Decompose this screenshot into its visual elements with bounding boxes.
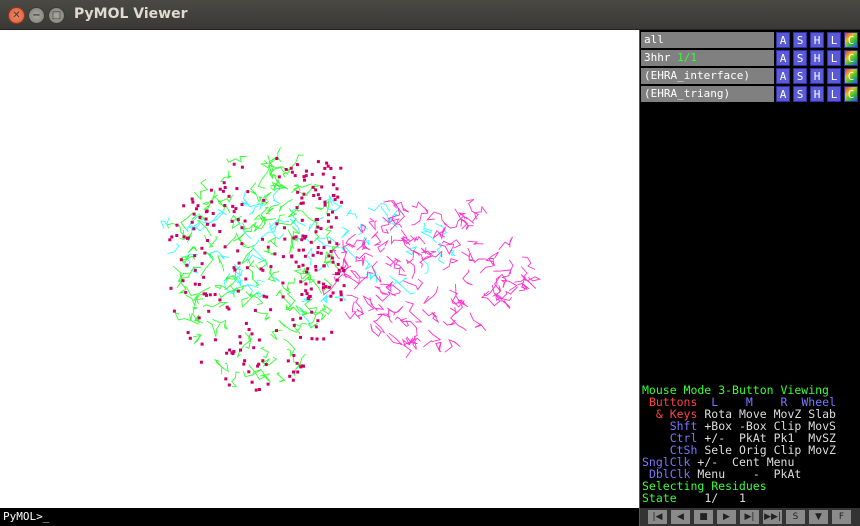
hide-button[interactable]: H [810, 50, 824, 66]
pymol-window: ✕ − □ PyMOL Viewer PyMOL>_ all A S H L C 3hhr … [0, 0, 860, 526]
scene-button[interactable]: S [786, 510, 805, 524]
show-button[interactable]: S [793, 32, 807, 48]
object-name-text: 3hhr [644, 51, 671, 64]
back-button[interactable]: ◀ [671, 510, 690, 524]
title-bar: ✕ − □ PyMOL Viewer [0, 0, 860, 30]
object-panel: all A S H L C 3hhr 1/1 A S H L C (EHRA_interface) A S H… [639, 30, 860, 526]
show-button[interactable]: S [793, 50, 807, 66]
rewind-button[interactable]: |◀ [648, 510, 667, 524]
object-name[interactable]: (EHRA_triang) [641, 86, 774, 102]
object-row[interactable]: all A S H L C [641, 32, 860, 48]
dbl-r: PkAt [773, 467, 802, 481]
show-button[interactable]: S [793, 86, 807, 102]
molecule-viewport[interactable] [0, 30, 639, 508]
window-title: PyMOL Viewer [74, 6, 188, 22]
play-button[interactable]: ▶ [717, 510, 736, 524]
show-button[interactable]: S [793, 68, 807, 84]
color-button[interactable]: C [844, 86, 858, 102]
label-button[interactable]: L [827, 32, 841, 48]
object-name-text: (EHRA_interface) [644, 69, 750, 82]
hide-button[interactable]: H [810, 68, 824, 84]
mouse-mode-help: Mouse Mode 3-Button Viewing Buttons L M … [642, 384, 836, 504]
color-button[interactable]: C [844, 50, 858, 66]
label-button[interactable]: L [827, 86, 841, 102]
object-row[interactable]: (EHRA_triang) A S H L C [641, 86, 860, 102]
maximize-window-button[interactable]: □ [48, 7, 65, 24]
label-button[interactable]: L [827, 50, 841, 66]
color-button[interactable]: C [844, 68, 858, 84]
object-row[interactable]: 3hhr 1/1 A S H L C [641, 50, 860, 66]
minimize-window-button[interactable]: − [28, 7, 45, 24]
state-value: 1/ [704, 491, 719, 505]
object-state: 1/1 [677, 51, 697, 64]
object-name[interactable]: (EHRA_interface) [641, 68, 774, 84]
fullscreen-menu-button[interactable]: ▼ [809, 510, 828, 524]
full-screen-button[interactable]: F [832, 510, 851, 524]
state-label: State [642, 491, 677, 505]
object-name-text: all [644, 33, 664, 46]
color-button[interactable]: C [844, 32, 858, 48]
molecule-render[interactable] [0, 30, 639, 508]
object-row[interactable]: (EHRA_interface) A S H L C [641, 68, 860, 84]
end-button[interactable]: ▶▶| [763, 510, 782, 524]
object-name[interactable]: 3hhr 1/1 [641, 50, 774, 66]
command-line-input[interactable]: PyMOL>_ [0, 508, 639, 526]
movie-controls: |◀ ◀ ■ ▶ ▶| ▶▶| S ▼ F [640, 508, 860, 526]
interface-atoms [168, 157, 346, 392]
state-total: 1 [738, 491, 746, 505]
hide-button[interactable]: H [810, 32, 824, 48]
object-name[interactable]: all [641, 32, 774, 48]
chain-magenta [321, 198, 542, 359]
object-name-text: (EHRA_triang) [644, 87, 731, 100]
hide-button[interactable]: H [810, 86, 824, 102]
stop-button[interactable]: ■ [694, 510, 713, 524]
action-button[interactable]: A [776, 86, 790, 102]
row-w: MovZ [808, 443, 836, 457]
forward-button[interactable]: ▶| [740, 510, 759, 524]
close-window-button[interactable]: ✕ [8, 7, 25, 24]
action-button[interactable]: A [776, 32, 790, 48]
action-button[interactable]: A [776, 68, 790, 84]
action-button[interactable]: A [776, 50, 790, 66]
label-button[interactable]: L [827, 68, 841, 84]
